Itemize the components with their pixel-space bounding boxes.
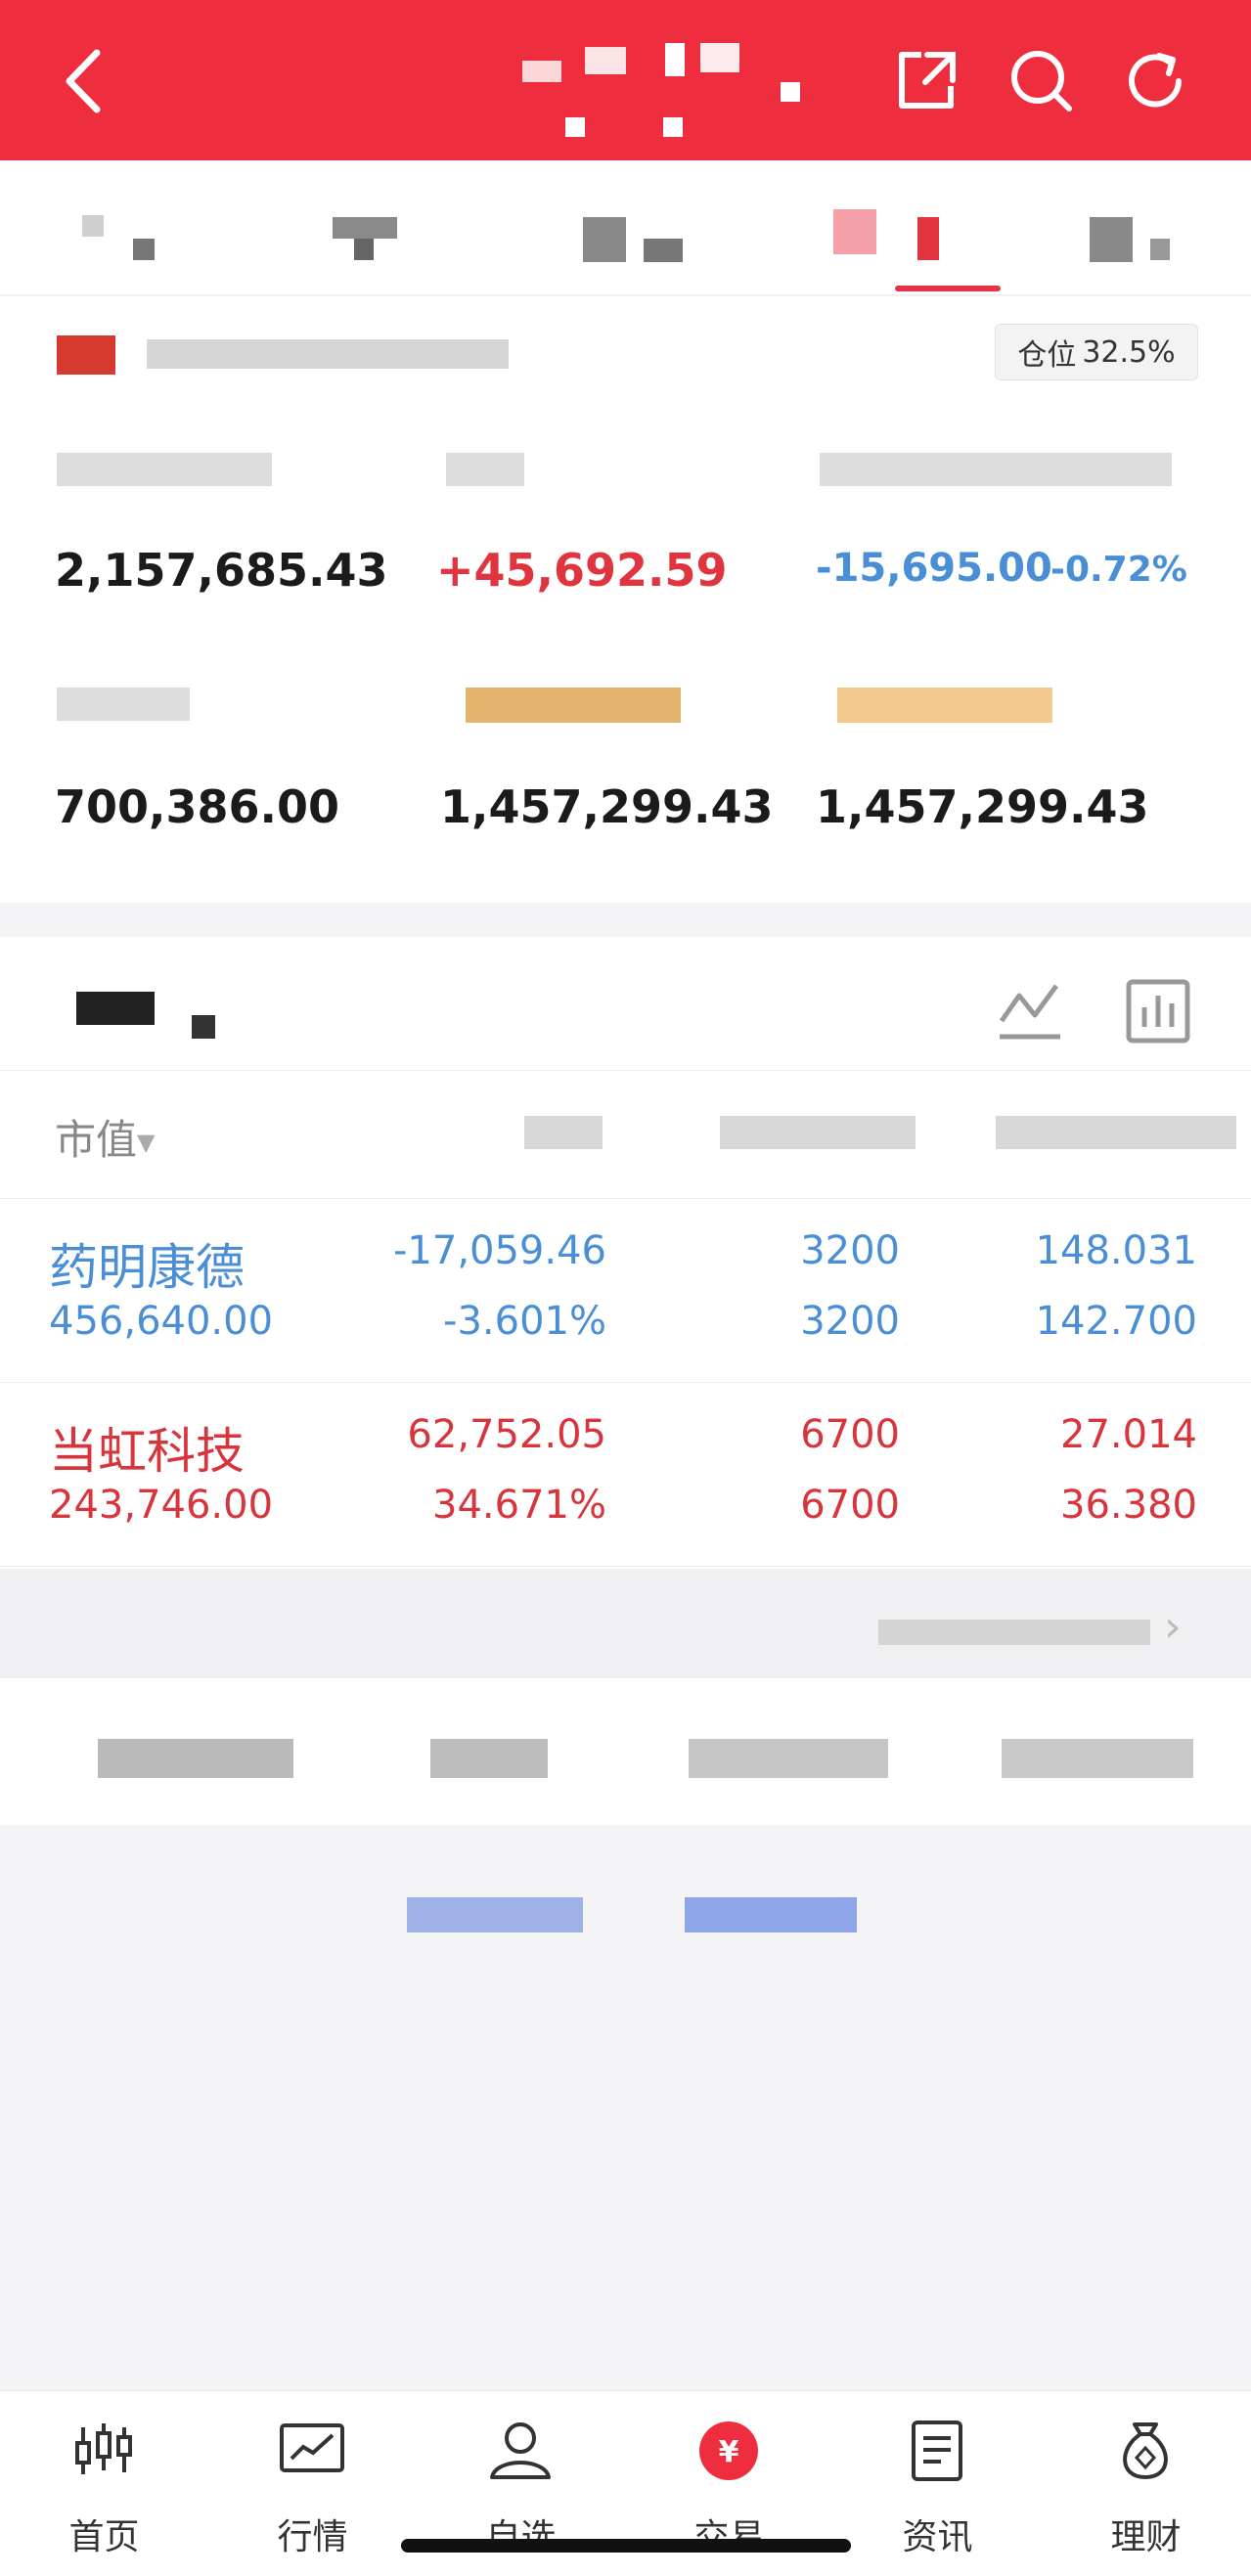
caret-down-icon: ▼ — [137, 1129, 156, 1156]
user-star-icon — [483, 2419, 558, 2483]
search-icon[interactable] — [996, 37, 1084, 125]
header-bar — [0, 0, 1251, 160]
nav-label-wealth: 理财 — [1110, 2517, 1182, 2557]
summary-label-5 — [466, 688, 681, 723]
svg-text:¥: ¥ — [719, 2435, 739, 2469]
available-qty: 3200 — [800, 1299, 900, 1344]
money-bag-icon — [1108, 2419, 1183, 2483]
quick-actions — [0, 1678, 1251, 1825]
current-price: 36.380 — [1060, 1483, 1197, 1528]
summary-label-4 — [57, 688, 190, 721]
tab-5[interactable] — [1076, 160, 1232, 295]
trend-chart-icon — [275, 2419, 349, 2483]
column-header-pl[interactable] — [524, 1116, 603, 1149]
nav-label-market: 行情 — [277, 2517, 348, 2557]
account-logo — [57, 335, 115, 375]
summary-value-5: 1,457,299.43 — [440, 780, 774, 833]
current-price: 142.700 — [1035, 1299, 1197, 1344]
holding-row[interactable]: 药明康德 456,640.00 -17,059.46 -3.601% 3200 … — [0, 1199, 1251, 1383]
line-chart-icon[interactable] — [992, 976, 1070, 1050]
tab-2[interactable] — [303, 160, 460, 295]
candlestick-icon — [67, 2419, 141, 2483]
quick-action-4[interactable] — [988, 1678, 1203, 1825]
holding-qty: 3200 — [800, 1228, 900, 1273]
nav-item-home[interactable]: 首页 — [0, 2391, 208, 2576]
total-assets-value: 2,157,685.43 — [55, 544, 388, 597]
account-name — [147, 339, 509, 369]
summary-value-4: 700,386.00 — [55, 780, 340, 833]
yuan-coin-icon: ¥ — [692, 2419, 766, 2483]
nav-item-news[interactable]: 资讯 — [833, 2391, 1042, 2576]
position-label: 仓位 — [1017, 338, 1077, 373]
more-holdings-link[interactable]: › — [0, 1569, 1251, 1678]
stock-name: 药明康德 — [49, 1239, 245, 1296]
pl-percent: -3.601% — [443, 1299, 606, 1344]
holdings-column-header — [0, 1070, 1251, 1199]
pl-value: -17,059.46 — [392, 1228, 606, 1273]
holding-qty: 6700 — [800, 1412, 900, 1457]
holding-row[interactable]: 当虹科技 243,746.00 62,752.05 34.671% 6700 6… — [0, 1383, 1251, 1567]
nav-label-news: 资讯 — [902, 2517, 973, 2557]
tab-3[interactable] — [567, 160, 724, 295]
available-qty: 6700 — [800, 1483, 900, 1528]
tab-bar — [0, 160, 1251, 295]
quick-action-1[interactable] — [59, 1678, 313, 1825]
pl-percent: 34.671% — [432, 1483, 606, 1528]
stock-name: 当虹科技 — [49, 1423, 245, 1480]
sort-label-text: 市值 — [55, 1116, 138, 1164]
bar-chart-icon[interactable] — [1121, 974, 1199, 1052]
pl-value: 62,752.05 — [407, 1412, 606, 1457]
floating-pl-value: +45,692.59 — [436, 544, 728, 597]
sort-by-market-value[interactable]: 市值▼ — [55, 1107, 155, 1167]
nav-item-market[interactable]: 行情 — [208, 2391, 417, 2576]
document-icon — [900, 2419, 974, 2483]
summary-label-1 — [57, 453, 272, 486]
cost-price: 27.014 — [1060, 1412, 1197, 1457]
cost-price: 148.031 — [1035, 1228, 1197, 1273]
daily-pl-value: -15,695.00 — [816, 546, 1052, 591]
quick-action-2[interactable] — [411, 1678, 587, 1825]
nav-label-home: 首页 — [68, 2517, 140, 2557]
refresh-icon[interactable] — [1111, 37, 1199, 125]
share-icon[interactable] — [882, 37, 970, 125]
daily-pl-percent: -0.72% — [1050, 550, 1187, 590]
home-indicator[interactable] — [401, 2539, 851, 2553]
tab-1[interactable] — [39, 160, 196, 295]
summary-label-2 — [446, 453, 524, 486]
nav-item-wealth[interactable]: 理财 — [1042, 2391, 1250, 2576]
chevron-right-icon: › — [1164, 1602, 1182, 1652]
holdings-title — [76, 992, 155, 1025]
column-header-cost[interactable] — [996, 1116, 1236, 1149]
summary-label-3 — [820, 453, 1172, 486]
column-header-qty[interactable] — [720, 1116, 916, 1149]
summary-value-6: 1,457,299.43 — [816, 780, 1149, 833]
active-tab-indicator — [895, 286, 1001, 291]
quick-action-3[interactable] — [675, 1678, 910, 1825]
market-value: 243,746.00 — [49, 1483, 274, 1528]
summary-label-6 — [837, 688, 1052, 723]
tab-4-active[interactable] — [822, 160, 978, 295]
back-icon[interactable] — [39, 37, 127, 125]
position-ratio-badge: 仓位 32.5% — [995, 324, 1198, 380]
position-value: 32.5% — [1082, 334, 1176, 370]
market-value: 456,640.00 — [49, 1299, 274, 1344]
